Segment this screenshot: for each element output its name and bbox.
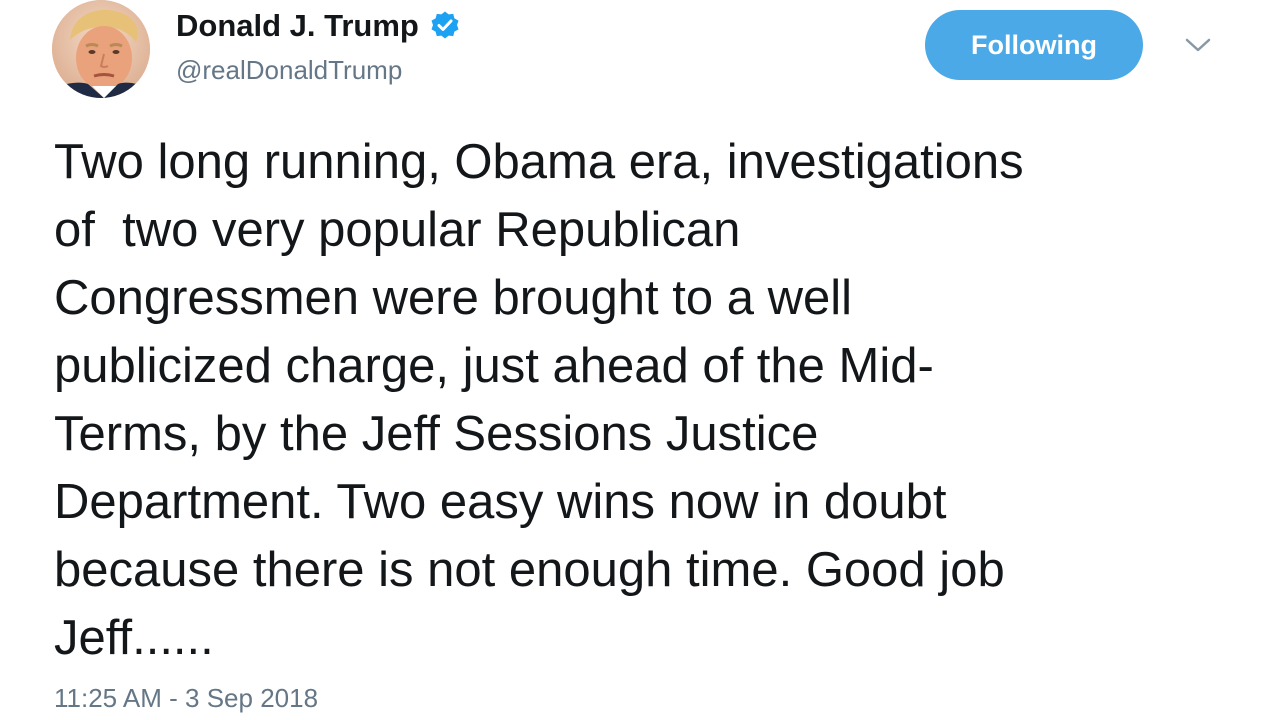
chevron-down-icon[interactable] xyxy=(1183,33,1213,57)
author-avatar[interactable] xyxy=(52,0,150,98)
tweet-text-line: Department. Two easy wins now in doubt xyxy=(54,475,947,529)
author-display-name[interactable]: Donald J. Trump xyxy=(176,8,419,44)
profile-photo-icon xyxy=(52,0,150,98)
tweet-text-line: because there is not enough time. Good j… xyxy=(54,543,1005,597)
tweet-text-line: Terms, by the Jeff Sessions Justice xyxy=(54,407,819,461)
following-button[interactable]: Following xyxy=(925,10,1143,80)
tweet-text-line: Congressmen were brought to a well xyxy=(54,271,853,325)
tweet-card: Donald J. Trump @realDonaldTrump Followi… xyxy=(0,0,1280,720)
tweet-text-line: Jeff...... xyxy=(54,611,214,665)
tweet-timestamp[interactable]: 11:25 AM - 3 Sep 2018 xyxy=(54,683,318,714)
author-handle[interactable]: @realDonaldTrump xyxy=(176,55,402,86)
author-name-row: Donald J. Trump xyxy=(176,4,461,48)
tweet-text-line: of two very popular Republican xyxy=(54,203,741,257)
tweet-text-line: Two long running, Obama era, investigati… xyxy=(54,135,1024,189)
tweet-text: Two long running, Obama era, investigati… xyxy=(54,128,1244,672)
tweet-text-line: publicized charge, just ahead of the Mid… xyxy=(54,339,934,393)
verified-badge-icon xyxy=(429,10,461,42)
